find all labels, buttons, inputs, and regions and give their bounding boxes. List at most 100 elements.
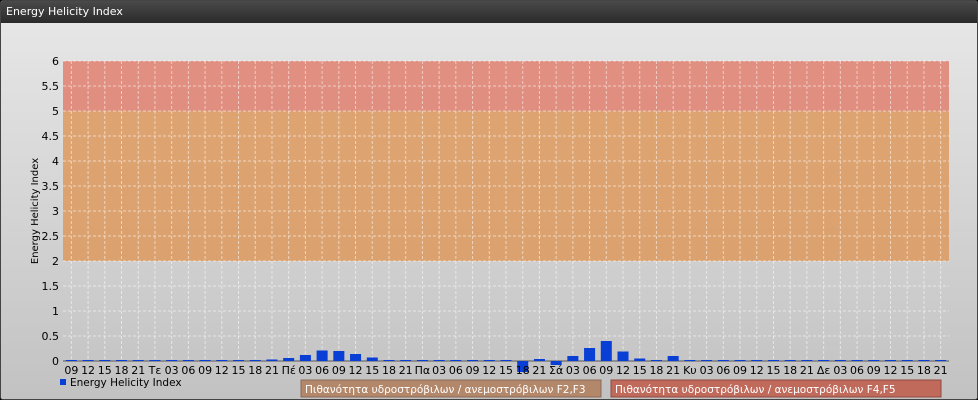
bar <box>182 360 194 361</box>
bar <box>734 360 746 361</box>
bar <box>299 355 311 361</box>
chart-window: Energy Helicity Index 0 0.5 1 1.5 2 2.5 3 3.5 4 4… <box>0 0 978 400</box>
bar <box>149 360 161 361</box>
y-tick-label: 1.5 <box>42 280 60 293</box>
legend-label-f2f3[interactable]: Πιθανότητα υδροστρόβιλων / ανεμοστρόβιλω… <box>305 384 586 396</box>
legend-swatch-ehi[interactable] <box>60 379 66 385</box>
x-tick-label: 03 <box>700 364 714 377</box>
x-tick-label: Σά <box>549 364 563 377</box>
y-tick-label: 5 <box>52 105 59 118</box>
x-tick-label: 09 <box>599 364 613 377</box>
bar <box>500 360 512 361</box>
bar <box>115 360 128 361</box>
x-tick-label: 09 <box>64 364 78 377</box>
bar <box>483 360 495 361</box>
x-tick-label: 18 <box>649 364 663 377</box>
x-tick-label: 12 <box>81 364 95 377</box>
x-axis-ticks: 09 12 15 18 21 Τε 03 06 09 12 15 18 21 Πέ 03 06 09 12 15 18… <box>64 364 947 377</box>
y-tick-label: 1 <box>52 305 59 318</box>
y-axis-ticks: 0 0.5 1 1.5 2 2.5 3 3.5 4 4.5 5 5.5 6 <box>42 55 60 368</box>
bar <box>216 360 228 361</box>
legend-label-f4f5[interactable]: Πιθανότητα υδροστρόβιλων / ανεμοστρόβιλω… <box>615 384 896 396</box>
bar <box>82 360 94 361</box>
bar <box>132 360 144 361</box>
x-tick-label: 18 <box>248 364 262 377</box>
y-axis-label: Energy Helicity Index <box>30 158 41 264</box>
x-tick-label: 06 <box>181 364 195 377</box>
x-tick-label: 18 <box>115 364 129 377</box>
x-tick-label: 12 <box>883 364 897 377</box>
x-tick-label: 21 <box>532 364 546 377</box>
bar <box>166 360 178 361</box>
x-tick-label: 03 <box>566 364 580 377</box>
x-tick-label: 06 <box>716 364 730 377</box>
plot-area: 0 0.5 1 1.5 2 2.5 3 3.5 4 4.5 5 5.5 6 09 12 15 18 21 Τε 03… <box>1 23 977 399</box>
y-tick-label: 0.5 <box>42 330 60 343</box>
x-tick-label: Τε <box>148 364 162 377</box>
x-tick-label: 21 <box>399 364 413 377</box>
bar <box>99 360 111 361</box>
x-tick-label: 12 <box>215 364 229 377</box>
x-tick-label: 09 <box>198 364 212 377</box>
bar <box>600 341 612 361</box>
y-tick-label: 4.5 <box>42 130 60 143</box>
legend-label-ehi[interactable]: Energy Helicity Index <box>70 377 182 389</box>
bar <box>533 359 545 361</box>
y-tick-label: 6 <box>52 55 59 68</box>
bar <box>283 358 295 361</box>
x-tick-label: 21 <box>800 364 814 377</box>
x-tick-label: 12 <box>750 364 764 377</box>
x-tick-label: 18 <box>783 364 797 377</box>
x-tick-label: 09 <box>466 364 480 377</box>
bar <box>801 360 813 361</box>
bar <box>667 356 679 361</box>
y-tick-label: 4 <box>52 155 59 168</box>
x-tick-label: 03 <box>833 364 847 377</box>
bar <box>884 360 897 361</box>
x-tick-label: 12 <box>616 364 630 377</box>
x-tick-label: 18 <box>516 364 530 377</box>
bar <box>784 360 796 361</box>
x-tick-label: 06 <box>583 364 597 377</box>
bar <box>433 360 445 361</box>
x-tick-label: 15 <box>365 364 379 377</box>
x-tick-label: 03 <box>432 364 446 377</box>
bar <box>901 360 913 361</box>
x-tick-label: 18 <box>917 364 931 377</box>
x-tick-label: 15 <box>766 364 780 377</box>
bar <box>868 360 880 361</box>
bar <box>650 360 662 361</box>
x-tick-label: Κυ <box>683 364 697 377</box>
x-tick-label: 03 <box>298 364 312 377</box>
bar <box>767 360 779 361</box>
x-tick-label: 12 <box>349 364 363 377</box>
bar <box>383 360 395 361</box>
x-tick-label: 03 <box>165 364 179 377</box>
y-tick-label: 3.5 <box>42 180 60 193</box>
y-tick-label: 3 <box>52 205 59 218</box>
bar <box>416 360 428 361</box>
bar <box>316 350 328 361</box>
y-tick-label: 2.5 <box>42 230 60 243</box>
bar <box>834 360 846 361</box>
x-tick-label: Δε <box>817 364 831 377</box>
x-tick-label: 21 <box>131 364 145 377</box>
bar <box>818 360 830 361</box>
x-tick-label: 06 <box>850 364 864 377</box>
bar <box>350 354 362 361</box>
x-tick-label: 18 <box>382 364 396 377</box>
bar <box>701 360 713 361</box>
x-tick-label: 15 <box>232 364 246 377</box>
x-tick-label: 06 <box>449 364 463 377</box>
bar <box>266 359 278 361</box>
x-tick-label: 09 <box>867 364 881 377</box>
bar <box>333 351 345 361</box>
bar <box>634 358 646 361</box>
bar <box>717 360 729 361</box>
bar <box>65 360 77 361</box>
y-tick-label: 2 <box>52 255 59 268</box>
bar <box>935 360 947 361</box>
bar <box>450 360 462 361</box>
x-tick-label: 21 <box>265 364 279 377</box>
bar <box>467 360 479 361</box>
